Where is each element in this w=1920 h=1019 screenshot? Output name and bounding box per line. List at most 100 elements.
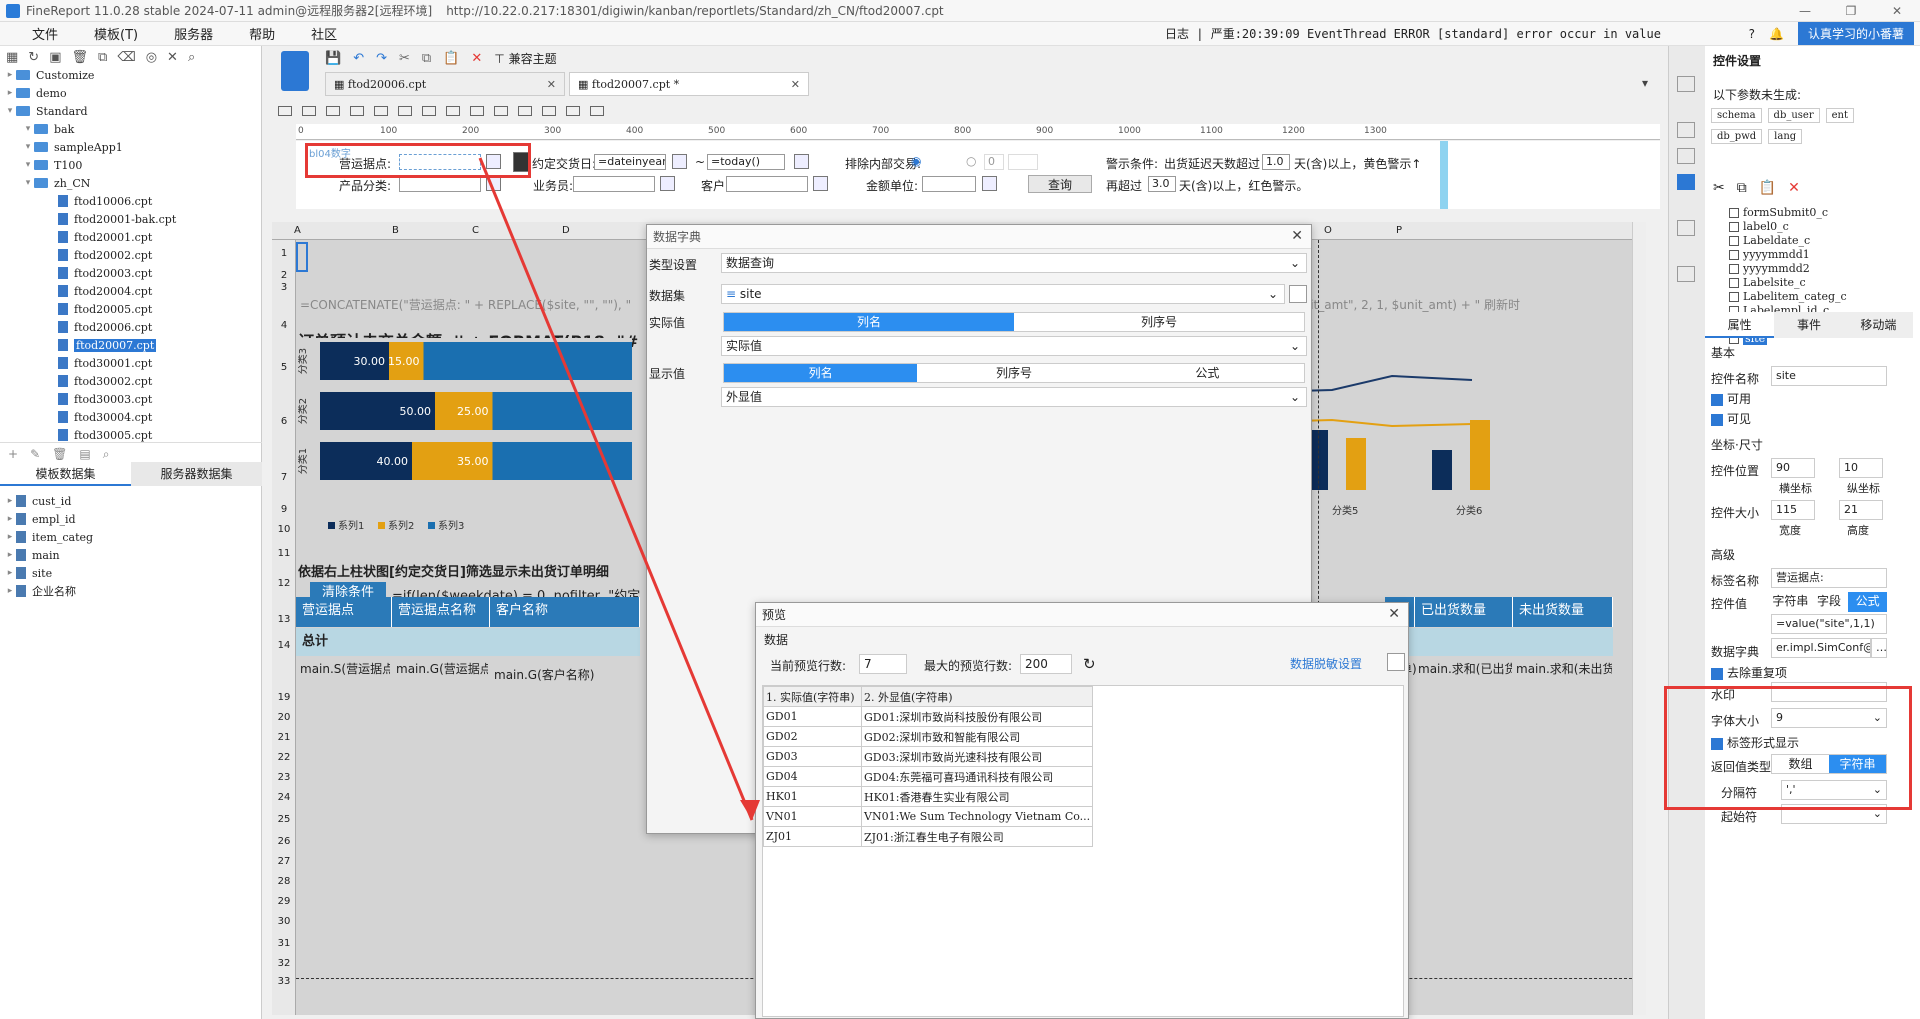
row-header[interactable]: 4	[272, 320, 296, 331]
row-header[interactable]: 1	[272, 248, 296, 259]
tree-item[interactable]: ftod30002.cpt	[0, 372, 262, 390]
date-to-icon[interactable]	[794, 154, 809, 169]
redo-icon[interactable]: ↷	[376, 51, 387, 66]
menu-community[interactable]: 社区	[293, 24, 355, 43]
tree-item[interactable]: ftod20004.cpt	[0, 282, 262, 300]
row-header[interactable]: 10	[272, 524, 296, 535]
save-icon[interactable]: 💾	[325, 51, 341, 66]
bar[interactable]	[1346, 438, 1366, 490]
basic-section[interactable]: 基本	[1711, 344, 1735, 361]
row-header[interactable]: 6	[272, 416, 296, 427]
date-to-input[interactable]: =today()	[707, 154, 785, 170]
widget-button-icon[interactable]	[326, 106, 340, 116]
header-site[interactable]: 营运据点	[296, 597, 392, 627]
tab-properties[interactable]: 属性	[1705, 312, 1775, 338]
close-icon[interactable]: ✕	[1291, 228, 1303, 244]
tag-input[interactable]: 营运据点:	[1771, 568, 1887, 588]
vertical-scrollbar[interactable]	[1632, 222, 1646, 1015]
row-header[interactable]: 33	[272, 976, 296, 987]
row-header[interactable]: 23	[272, 772, 296, 783]
expand-arrow-icon[interactable]: ▾	[22, 124, 34, 134]
tree-item[interactable]: ftod30004.cpt	[0, 408, 262, 426]
widget-input-icon[interactable]	[350, 106, 364, 116]
tree-item[interactable]: ▸ Customize	[0, 66, 262, 84]
row-header[interactable]: 9	[272, 504, 296, 515]
tab-server-dataset[interactable]: 服务器数据集	[131, 462, 262, 486]
row-header[interactable]: 5	[272, 362, 296, 373]
widget-item[interactable]: yyyymmdd1	[1729, 248, 1889, 262]
row-header[interactable]: 22	[272, 752, 296, 763]
condition-icon[interactable]	[1677, 220, 1695, 236]
tree-item[interactable]: ▾ bak	[0, 120, 262, 138]
column-header[interactable]: 2. 外显值(字符串)	[860, 686, 1094, 707]
param-chip[interactable]: db_pwd	[1711, 129, 1763, 144]
expand-arrow-icon[interactable]: ▸	[4, 514, 16, 524]
expand-arrow-icon[interactable]: ▾	[4, 106, 16, 116]
menu-help[interactable]: 帮助	[231, 24, 293, 43]
tree-item[interactable]: ▸ demo	[0, 84, 262, 102]
widget-item[interactable]: yyyymmdd2	[1729, 262, 1889, 276]
row-header[interactable]: 24	[272, 792, 296, 803]
cell-element-icon[interactable]	[1677, 148, 1695, 164]
row-header[interactable]: 31	[272, 938, 296, 949]
type-select[interactable]: 数据查询 ⌄	[721, 253, 1307, 273]
r13-cust-name[interactable]: main.G(客户名称)	[494, 666, 634, 683]
refresh-icon[interactable]: ↻	[28, 50, 39, 65]
advanced-section[interactable]: 高级	[1711, 546, 1735, 563]
log-bar[interactable]: 日志 | 严重:20:39:09 EventThread ERROR [stan…	[1165, 25, 1661, 42]
tree-item[interactable]: ftod10006.cpt	[0, 192, 262, 210]
value-formula-tab[interactable]: 公式	[1848, 592, 1888, 612]
search-icon[interactable]: ⌕	[188, 50, 195, 65]
preview-icon[interactable]	[1289, 285, 1307, 303]
radio-no[interactable]: ○	[966, 154, 976, 168]
amount-select[interactable]	[922, 176, 976, 192]
value-string[interactable]: 字符串	[1771, 592, 1810, 612]
selected-cell[interactable]	[296, 242, 308, 272]
expand-arrow-icon[interactable]: ▾	[22, 178, 34, 188]
dataset-select[interactable]: ≡ site ⌄	[721, 284, 1285, 304]
emp-input[interactable]	[573, 176, 655, 192]
copy-icon[interactable]: ⧉	[98, 50, 107, 65]
column-header[interactable]: C	[472, 225, 479, 236]
user-badge[interactable]: 认真学习的小番薯	[1797, 22, 1914, 45]
table-row[interactable]: GD04 GD04:东莞福可喜玛通讯科技有限公司	[763, 766, 1094, 787]
add-folder-icon[interactable]: ▦	[6, 50, 18, 65]
widget-item[interactable]: Labelsite_c	[1729, 276, 1889, 290]
pos-x-input[interactable]: 90	[1771, 458, 1815, 478]
header-shipped[interactable]: 已出货数量	[1415, 597, 1513, 627]
r13-site-name[interactable]: main.G(营运据点名称)	[396, 660, 488, 677]
widget-item[interactable]: Labelitem_categ_c	[1729, 290, 1889, 304]
widget-radio-icon[interactable]	[470, 106, 484, 116]
close-icon[interactable]: ✕	[1388, 606, 1400, 622]
expand-arrow-icon[interactable]: ▸	[4, 88, 16, 98]
copy-icon[interactable]: ⧉	[1737, 180, 1747, 196]
warn-val1[interactable]: 1.0	[1262, 154, 1290, 170]
row-header[interactable]: 2	[272, 270, 296, 281]
clear-icon[interactable]: ✕	[471, 51, 482, 66]
r13-unshipped[interactable]: main.求和(未出货数量)	[1516, 660, 1612, 677]
max-rows-input[interactable]: 200	[1020, 654, 1072, 674]
param-chip[interactable]: schema	[1711, 108, 1762, 123]
row-header[interactable]: 32	[272, 958, 296, 969]
widget-number-icon[interactable]	[398, 106, 412, 116]
header-unshipped[interactable]: 未出货数量	[1513, 597, 1613, 627]
search-dataset-icon[interactable]: ⌕	[103, 447, 110, 462]
emp-picker-icon[interactable]	[660, 176, 675, 191]
tree-item[interactable]: ftod20006.cpt	[0, 318, 262, 336]
widget-label-icon[interactable]	[278, 106, 292, 116]
bell-icon[interactable]: 🔔	[1769, 27, 1784, 41]
column-header[interactable]: 1. 实际值(字符串)	[763, 686, 862, 707]
row-header[interactable]: 3	[272, 282, 296, 293]
tree-item[interactable]: ▾ sampleApp1	[0, 138, 262, 156]
cust-picker-icon[interactable]	[813, 176, 828, 191]
tab-menu-icon[interactable]: ▾	[1642, 76, 1648, 90]
expand-arrow-icon[interactable]: ▸	[4, 496, 16, 506]
header-customer-name[interactable]: 客户名称	[490, 597, 640, 627]
column-header[interactable]: O	[1324, 225, 1332, 236]
tree-item[interactable]: ftod20005.cpt	[0, 300, 262, 318]
visible-checkbox[interactable]: 可见	[1711, 410, 1751, 427]
widget-item[interactable]: Labeldate_c	[1729, 234, 1889, 248]
close-tab-icon[interactable]: ✕	[771, 78, 800, 91]
warn-val2[interactable]: 3.0	[1148, 176, 1176, 192]
table-row[interactable]: VN01 VN01:We Sum Technology Vietnam Co...	[763, 806, 1094, 827]
